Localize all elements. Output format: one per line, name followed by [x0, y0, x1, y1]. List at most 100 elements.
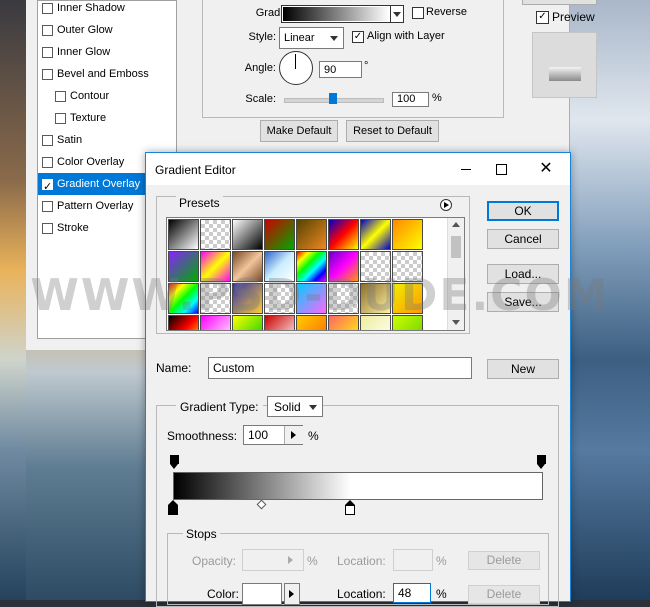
style-checkbox[interactable]	[42, 3, 53, 14]
style-item-label: Color Overlay	[57, 156, 125, 168]
color-stop[interactable]	[344, 500, 355, 516]
style-item-label: Contour	[70, 90, 110, 102]
opacity-delete-button: Delete	[468, 551, 540, 570]
style-select[interactable]: Linear	[279, 27, 344, 49]
play-icon	[289, 590, 294, 598]
smoothness-input[interactable]: 100	[243, 425, 303, 445]
close-button[interactable]: ✕	[536, 159, 556, 179]
gradient-picker[interactable]	[281, 5, 404, 23]
stops-label: Stops	[183, 527, 220, 541]
style-checkbox[interactable]	[42, 47, 53, 58]
style-item-inner-glow[interactable]: Inner Glow	[38, 41, 176, 63]
gradient-type-label: Gradient Type:	[176, 400, 263, 414]
color-location-label: Location:	[337, 587, 386, 601]
make-default-button[interactable]: Make Default	[260, 120, 338, 142]
angle-value: 90	[324, 64, 337, 76]
reset-to-default-button[interactable]: Reset to Default	[346, 120, 439, 142]
style-checkbox[interactable]	[42, 157, 53, 168]
smoothness-label: Smoothness:	[167, 429, 238, 443]
style-label: Style:	[248, 31, 276, 43]
preset-swatch[interactable]	[328, 219, 359, 250]
style-item-satin[interactable]: Satin	[38, 129, 176, 151]
style-item-contour[interactable]: Contour	[38, 85, 176, 107]
opacity-location-label: Location:	[337, 554, 386, 568]
preset-swatch[interactable]	[232, 219, 263, 250]
name-value: Custom	[213, 361, 255, 375]
dialog-title: Gradient Editor	[155, 163, 236, 177]
gradient-type-value: Solid	[274, 400, 301, 414]
gradient-type-select[interactable]: Solid	[267, 396, 323, 417]
maximize-button[interactable]	[491, 159, 511, 179]
opacity-unit: %	[307, 554, 318, 568]
new-button[interactable]: New	[487, 359, 559, 379]
gradient-dropdown-button[interactable]	[390, 6, 404, 22]
scale-label: Scale:	[245, 93, 276, 105]
preset-swatch[interactable]	[296, 219, 327, 250]
preset-swatch[interactable]	[168, 219, 199, 250]
opacity-stop-right[interactable]	[537, 455, 546, 469]
presets-menu-button[interactable]	[440, 199, 452, 211]
preview-swatch	[532, 32, 597, 98]
angle-input[interactable]: 90	[319, 61, 362, 78]
preview-label: Preview	[552, 10, 595, 24]
style-checkbox[interactable]	[42, 201, 53, 212]
reverse-label: Reverse	[426, 6, 467, 18]
ok-button[interactable]: OK	[487, 201, 559, 221]
style-checkbox[interactable]	[42, 25, 53, 36]
style-checkbox[interactable]	[42, 69, 53, 80]
style-item-label: Stroke	[57, 222, 89, 234]
angle-dial-needle	[295, 54, 296, 69]
scrollbar-thumb[interactable]	[451, 236, 461, 258]
color-swatch[interactable]	[242, 583, 282, 605]
color-label: Color:	[207, 587, 240, 601]
style-item-outer-glow[interactable]: Outer Glow	[38, 19, 176, 41]
style-item-label: Outer Glow	[57, 24, 113, 36]
align-label: Align with Layer	[367, 30, 445, 42]
gradient-preview	[283, 7, 389, 21]
color-location-input[interactable]: 48	[393, 583, 431, 603]
scale-value: 100	[397, 93, 416, 105]
style-item-label: Satin	[57, 134, 83, 146]
style-checkbox[interactable]	[42, 223, 53, 234]
opacity-stop-left[interactable]	[170, 455, 179, 469]
style-item-label: Inner Shadow	[57, 2, 125, 14]
align-checkbox[interactable]: ✓	[352, 31, 364, 43]
color-location-unit: %	[436, 587, 447, 601]
preset-swatch[interactable]	[200, 219, 231, 250]
angle-dial[interactable]	[279, 51, 313, 85]
minimize-button[interactable]	[456, 159, 476, 179]
style-item-bevel-and-emboss[interactable]: Bevel and Emboss	[38, 63, 176, 85]
style-checkbox[interactable]	[55, 91, 66, 102]
opacity-input	[242, 549, 304, 571]
preset-swatch[interactable]	[264, 219, 295, 250]
chevron-up-icon[interactable]	[452, 222, 460, 227]
scale-unit: %	[432, 92, 442, 104]
color-delete-button: Delete	[468, 585, 540, 604]
reverse-checkbox[interactable]	[412, 7, 424, 19]
gradient-editor-dialog: Gradient Editor ✕ Presets OK Cancel Load…	[145, 152, 571, 607]
color-options-button[interactable]	[284, 583, 300, 605]
preview-gradient-sample	[549, 67, 581, 81]
scale-slider-thumb[interactable]	[329, 93, 337, 104]
smoothness-unit: %	[308, 429, 319, 443]
style-checkbox[interactable]: ✓	[42, 179, 53, 193]
title-bar: Gradient Editor ✕	[146, 153, 570, 185]
name-input[interactable]: Custom	[208, 357, 472, 379]
color-stop[interactable]	[168, 500, 178, 516]
gradient-bar[interactable]	[173, 472, 543, 500]
style-checkbox[interactable]	[42, 135, 53, 146]
dialog-top-button-edge	[522, 0, 597, 5]
preset-swatch[interactable]	[392, 219, 423, 250]
preset-swatch[interactable]	[360, 219, 391, 250]
play-icon	[291, 431, 296, 439]
watermark: WWW.PSD-DUDE.COM	[30, 270, 610, 321]
angle-unit: °	[364, 60, 369, 72]
style-item-inner-shadow[interactable]: Inner Shadow	[38, 0, 176, 19]
style-item-texture[interactable]: Texture	[38, 107, 176, 129]
cancel-button[interactable]: Cancel	[487, 229, 559, 249]
style-checkbox[interactable]	[55, 113, 66, 124]
opacity-location-unit: %	[436, 554, 447, 568]
preview-checkbox[interactable]: ✓	[536, 11, 549, 24]
scale-input[interactable]: 100	[392, 92, 429, 107]
smoothness-stepper[interactable]	[284, 426, 303, 444]
